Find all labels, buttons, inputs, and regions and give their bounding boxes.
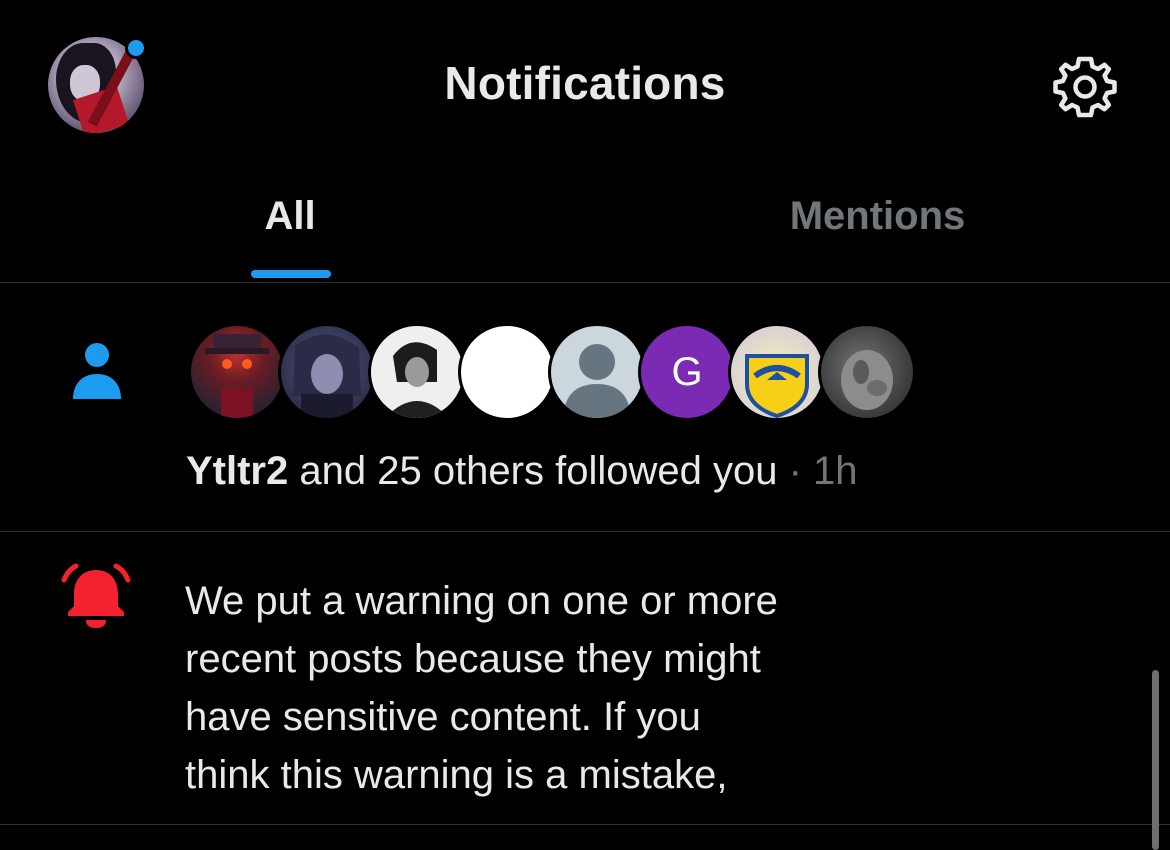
separator-dot: · (777, 449, 814, 493)
follower-avatar-4[interactable] (458, 323, 556, 421)
tab-all[interactable]: All (0, 170, 585, 282)
tab-mentions-label: Mentions (789, 194, 966, 238)
warning-line-2: recent posts because they might (185, 637, 761, 681)
follower-avatar-2[interactable] (278, 323, 376, 421)
gear-icon[interactable] (1052, 54, 1118, 120)
active-tab-indicator (251, 270, 331, 278)
follower-name[interactable]: Ytltr2 (186, 449, 288, 493)
warning-line-4: think this warning is a mistake, (185, 753, 728, 797)
follow-summary: Ytltr2 and 25 others followed you · 1h (186, 449, 858, 494)
follower-avatar-6-letter: G (671, 350, 703, 394)
header: Notifications (0, 0, 1170, 170)
follower-avatar-3[interactable] (368, 323, 466, 421)
warning-line-1: We put a warning on one or more (185, 579, 778, 623)
warning-line-3: have sensitive content. If you (185, 695, 701, 739)
tab-mentions[interactable]: Mentions (585, 170, 1170, 282)
person-icon (73, 343, 121, 399)
notifications-screen: Notifications All Mentions G Ytltr2 and … (0, 0, 1170, 850)
follower-avatar-6[interactable]: G (638, 323, 736, 421)
scrollbar[interactable] (1152, 670, 1159, 850)
follow-message: and 25 others followed you (288, 449, 778, 493)
follower-avatar-7[interactable] (728, 323, 826, 421)
follower-avatar-1[interactable] (188, 323, 286, 421)
bell-icon (61, 563, 131, 628)
follow-notification[interactable]: G Ytltr2 and 25 others followed you · 1h (0, 283, 1170, 532)
follower-avatar-8[interactable] (818, 323, 916, 421)
page-title: Notifications (444, 57, 726, 109)
timestamp: 1h (813, 449, 858, 493)
warning-notification[interactable]: We put a warning on one or more recent p… (0, 532, 1170, 825)
warning-message: We put a warning on one or more recent p… (185, 572, 885, 804)
tab-bar: All Mentions (0, 170, 1170, 283)
follower-avatar-5-default[interactable] (548, 323, 646, 421)
